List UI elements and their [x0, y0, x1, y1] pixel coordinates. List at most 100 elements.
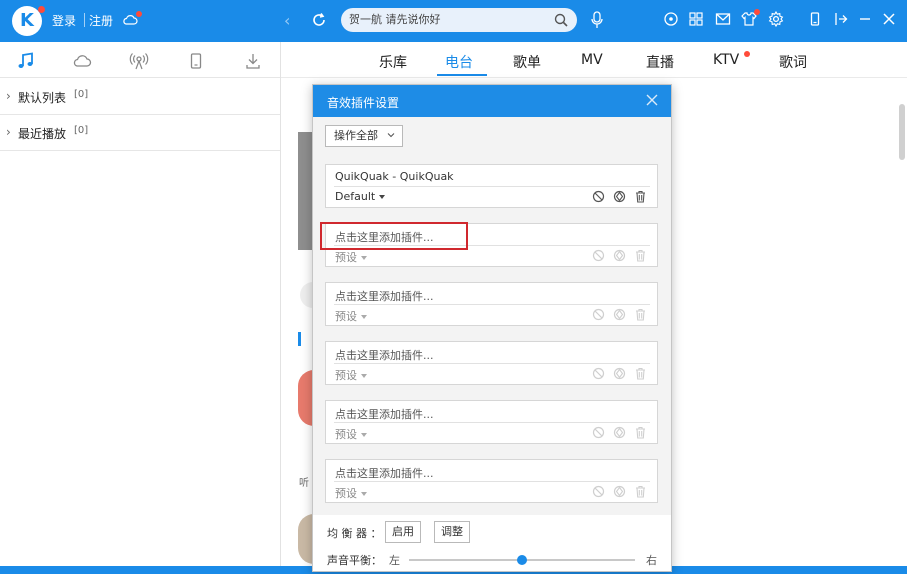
trash-icon[interactable]: [634, 308, 647, 321]
apps-grid-icon[interactable]: [687, 10, 705, 28]
list-item-default[interactable]: › 默认列表 [0]: [0, 79, 280, 115]
download-icon[interactable]: [243, 51, 263, 71]
preset-select[interactable]: 预设: [335, 485, 367, 501]
notification-dot: [136, 11, 142, 17]
cloud-icon[interactable]: [72, 51, 92, 71]
disable-icon[interactable]: [592, 367, 605, 380]
refresh-icon[interactable]: [310, 11, 328, 29]
mail-icon[interactable]: [714, 10, 732, 28]
plugin-actions: [584, 485, 647, 499]
radio-icon[interactable]: [129, 51, 149, 71]
chevron-down-icon: [387, 133, 395, 138]
disable-icon[interactable]: [592, 426, 605, 439]
tab-radio[interactable]: 电台: [445, 52, 473, 72]
left-sidebar: › 默认列表 [0] › 最近播放 [0]: [0, 42, 281, 574]
preset-label: 预设: [335, 428, 357, 441]
microphone-icon[interactable]: [590, 11, 604, 29]
search-icon[interactable]: [553, 12, 569, 28]
tab-playlist[interactable]: 歌单: [513, 52, 541, 72]
plugin-settings-icon[interactable]: [613, 190, 626, 203]
search-input[interactable]: [349, 12, 549, 25]
banner-image[interactable]: [298, 132, 312, 250]
operate-all-label: 操作全部: [334, 129, 378, 142]
disable-icon[interactable]: [592, 249, 605, 262]
plugin-name[interactable]: QuikQuak - QuikQuak: [335, 170, 454, 183]
list-item-recent[interactable]: › 最近播放 [0]: [0, 115, 280, 151]
preset-select[interactable]: 预设: [335, 367, 367, 383]
trash-icon[interactable]: [634, 426, 647, 439]
list-count: [0]: [74, 89, 89, 100]
close-icon[interactable]: [880, 10, 898, 28]
trash-icon[interactable]: [634, 249, 647, 262]
plugin-actions: [584, 190, 647, 204]
scrollbar[interactable]: [899, 104, 905, 160]
balance-slider-thumb[interactable]: [517, 555, 527, 565]
notification-dot: [754, 9, 760, 15]
plugin-actions: [584, 426, 647, 440]
plugin-name[interactable]: 点击这里添加插件...: [335, 465, 434, 481]
plugin-settings-icon[interactable]: [613, 485, 626, 498]
divider: [334, 186, 650, 187]
enable-button[interactable]: 启用: [385, 521, 421, 543]
trash-icon[interactable]: [634, 190, 647, 203]
balance-left-label: 左: [389, 554, 400, 567]
preset-select[interactable]: 预设: [335, 426, 367, 442]
disable-icon[interactable]: [592, 190, 605, 203]
dialog-footer: 均 衡 器 ： 启用 调整 声音平衡： 左 右: [313, 515, 671, 571]
balance-label: 声音平衡：: [327, 554, 382, 567]
preset-select[interactable]: 预设: [335, 249, 367, 265]
mini-mode-phone-icon[interactable]: [806, 10, 824, 28]
divider: [84, 13, 85, 27]
search-box[interactable]: [341, 8, 577, 32]
target-icon[interactable]: [662, 10, 680, 28]
trash-icon[interactable]: [634, 485, 647, 498]
plugin-settings-icon[interactable]: [613, 249, 626, 262]
tab-ktv[interactable]: KTV: [713, 52, 739, 68]
plugin-list: 操作全部 QuikQuak - QuikQuak Default 点击这里添加插件.…: [313, 117, 671, 515]
close-icon[interactable]: [645, 93, 659, 107]
caret-down-icon: [361, 315, 367, 319]
back-icon[interactable]: ‹: [284, 11, 290, 30]
minimize-icon[interactable]: [856, 10, 874, 28]
register-link[interactable]: 注册: [89, 12, 113, 29]
login-link[interactable]: 登录: [52, 12, 76, 29]
caret-down-icon: [361, 492, 367, 496]
plugin-slot[interactable]: 点击这里添加插件... 预设: [325, 282, 658, 326]
adjust-button[interactable]: 调整: [434, 521, 470, 543]
plugin-slot[interactable]: 点击这里添加插件... 预设: [325, 459, 658, 503]
notification-dot: [744, 51, 750, 57]
disable-icon[interactable]: [592, 308, 605, 321]
plugin-name[interactable]: 点击这里添加插件...: [335, 288, 434, 304]
operate-all-button[interactable]: 操作全部: [325, 125, 403, 147]
audio-plugin-dialog: 音效插件设置 操作全部 QuikQuak - QuikQuak Default 点击…: [312, 84, 672, 572]
preset-select[interactable]: Default: [335, 190, 386, 203]
disable-icon[interactable]: [592, 485, 605, 498]
equalizer-label: 均 衡 器 ：: [327, 527, 382, 540]
tab-lyrics[interactable]: 歌词: [779, 52, 807, 72]
plugin-settings-icon[interactable]: [613, 308, 626, 321]
music-note-icon[interactable]: [16, 51, 36, 71]
preset-label: 预设: [335, 251, 357, 264]
plugin-slot[interactable]: QuikQuak - QuikQuak Default: [325, 164, 658, 208]
list-count: [0]: [74, 125, 89, 136]
dialog-title-bar[interactable]: 音效插件设置: [313, 85, 671, 117]
plugin-name[interactable]: 点击这里添加插件...: [335, 347, 434, 363]
trash-icon[interactable]: [634, 367, 647, 380]
tab-mv[interactable]: MV: [581, 52, 603, 68]
tab-live[interactable]: 直播: [646, 52, 674, 72]
divider: [334, 422, 650, 423]
plugin-slot[interactable]: 点击这里添加插件... 预设: [325, 341, 658, 385]
settings-gear-icon[interactable]: [767, 10, 785, 28]
plugin-settings-icon[interactable]: [613, 426, 626, 439]
preset-select[interactable]: 预设: [335, 308, 367, 324]
plugin-actions: [584, 308, 647, 322]
plugin-name[interactable]: 点击这里添加插件...: [335, 406, 434, 422]
main-nav-tabs: 乐库 电台 歌单 MV 直播 KTV 歌词: [281, 42, 907, 78]
tab-library[interactable]: 乐库: [379, 52, 407, 72]
phone-icon[interactable]: [186, 51, 206, 71]
dialog-title: 音效插件设置: [327, 96, 400, 110]
plugin-settings-icon[interactable]: [613, 367, 626, 380]
plugin-slot[interactable]: 点击这里添加插件... 预设: [325, 400, 658, 444]
highlight-box: [320, 222, 468, 250]
minimize-to-bar-icon[interactable]: [832, 10, 850, 28]
